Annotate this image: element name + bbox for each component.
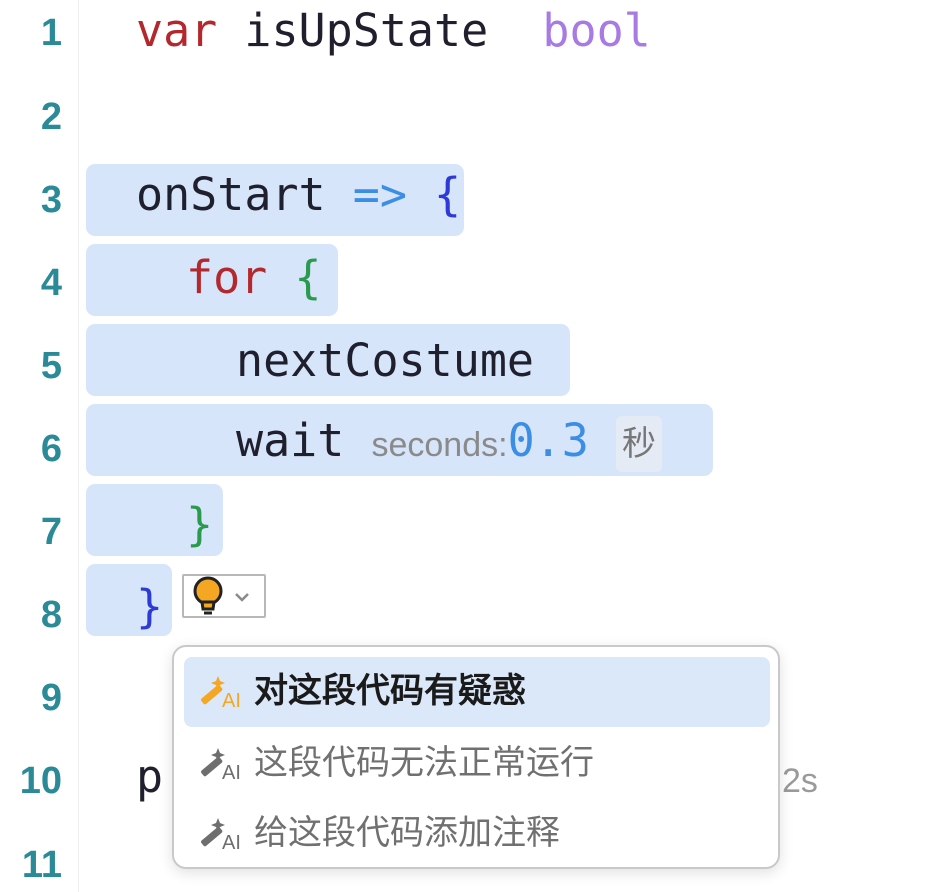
param-label: seconds: [371, 426, 508, 464]
menu-item-debug[interactable]: AI 这段代码无法正常运行 [184, 729, 770, 799]
ai-assist-menu: AI 对这段代码有疑惑 AI 这段代码无法正常运行 AI 给这段代码添加注释 [172, 645, 780, 869]
type-bool: bool [542, 4, 651, 57]
line-number: 6 [40, 428, 62, 470]
close-brace: } [136, 580, 164, 633]
line-number-gutter: 1 2 3 4 5 6 7 8 9 10 11 [0, 0, 79, 892]
svg-text:AI: AI [222, 690, 241, 711]
quick-fix-button[interactable] [182, 574, 266, 618]
line-number: 8 [40, 594, 62, 636]
code-line-5[interactable]: nextCostume [236, 336, 534, 386]
ai-magic-icon: AI [201, 818, 241, 853]
line-number: 4 [40, 262, 62, 304]
arrow-operator: => [352, 168, 407, 221]
ai-magic-icon: AI [201, 748, 241, 783]
line-number: 5 [40, 345, 62, 387]
chevron-down-icon [235, 593, 249, 602]
code-line-3[interactable]: onStart => { [136, 170, 461, 220]
event-name: onStart [136, 168, 326, 221]
menu-item-label: 对这段代码有疑惑 [254, 672, 526, 710]
close-brace: } [186, 498, 214, 551]
menu-item-comment[interactable]: AI 给这段代码添加注释 [184, 799, 770, 869]
svg-text:AI: AI [222, 832, 241, 853]
keyword-var: var [136, 4, 218, 57]
open-brace: { [294, 251, 322, 304]
lightbulb-icon [193, 576, 223, 615]
unit-badge: 秒 [615, 416, 662, 472]
open-brace: { [434, 168, 462, 221]
code-line-10[interactable]: p [136, 752, 163, 802]
menu-item-label: 给这段代码添加注释 [254, 814, 560, 852]
line-number: 11 [21, 844, 62, 886]
svg-text:AI: AI [222, 762, 241, 783]
keyword-for: for [186, 251, 268, 304]
function-call: wait [236, 414, 345, 467]
param-value[interactable]: 0.3 [508, 414, 589, 467]
partial-code: p [136, 750, 164, 803]
code-line-8[interactable]: } [136, 582, 163, 632]
menu-item-explain[interactable]: AI 对这段代码有疑惑 [184, 657, 770, 727]
function-call: nextCostume [236, 334, 535, 387]
line-number: 9 [40, 677, 62, 719]
code-line-1[interactable]: var isUpState bool [136, 6, 651, 56]
code-line-7[interactable]: } [186, 500, 213, 550]
line-number: 1 [40, 12, 62, 54]
line-number: 3 [40, 179, 62, 221]
line-number: 7 [40, 511, 62, 553]
ai-magic-icon: AI [201, 676, 241, 711]
variable-name: isUpState [244, 4, 489, 57]
partial-code-tail: 2s [782, 762, 818, 800]
line-number: 2 [40, 96, 62, 138]
code-line-4[interactable]: for { [186, 253, 321, 303]
code-line-6[interactable]: wait seconds:0.3 秒 [236, 416, 662, 472]
menu-item-label: 这段代码无法正常运行 [254, 744, 594, 782]
line-number: 10 [19, 760, 62, 802]
